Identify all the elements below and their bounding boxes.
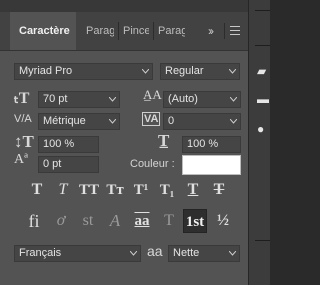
font-style-dropdown[interactable]: Regular bbox=[160, 63, 240, 80]
font-size-icon: ₜT bbox=[14, 90, 30, 107]
all-caps-button[interactable]: TT bbox=[78, 179, 100, 201]
small-caps-button[interactable]: Tт bbox=[104, 179, 126, 201]
tracking-dropdown[interactable]: 0 bbox=[163, 113, 241, 130]
baseline-shift-input[interactable]: 0 pt bbox=[38, 156, 99, 173]
toolbar-tool-icon[interactable]: ● bbox=[257, 122, 264, 136]
font-family-dropdown[interactable]: Myriad Pro bbox=[14, 63, 153, 80]
baseline-shift-icon: Aª bbox=[14, 152, 28, 167]
faux-bold-button[interactable]: T bbox=[26, 179, 48, 201]
subscript-button[interactable]: T₁ bbox=[156, 179, 178, 201]
anti-aliasing-value: Nette bbox=[173, 247, 200, 259]
anti-aliasing-dropdown[interactable]: Nette bbox=[168, 245, 240, 262]
right-toolbar: ▰ ▬ ● bbox=[248, 0, 270, 285]
tracking-value: 0 bbox=[168, 115, 175, 127]
color-label: Couleur : bbox=[130, 158, 175, 170]
double-chevron-icon[interactable]: ›› bbox=[208, 12, 214, 50]
ordinals-button[interactable]: 1st bbox=[183, 209, 207, 233]
horizontal-scale-value: 100 % bbox=[187, 138, 219, 150]
chevron-down-icon bbox=[230, 97, 237, 104]
vertical-scale-input[interactable]: 100 % bbox=[38, 136, 99, 153]
chevron-down-icon bbox=[142, 69, 149, 76]
standard-ligatures-button[interactable]: fi bbox=[23, 210, 45, 232]
chevron-down-icon bbox=[230, 119, 237, 126]
font-size-value: 70 pt bbox=[43, 93, 68, 105]
contextual-alternates-button[interactable]: ơ bbox=[50, 210, 72, 232]
color-swatch[interactable] bbox=[182, 155, 241, 175]
superscript-button[interactable]: T¹ bbox=[130, 179, 152, 201]
fractions-button[interactable]: ½ bbox=[212, 210, 234, 232]
underline-button[interactable]: T bbox=[182, 179, 204, 201]
font-family-value: Myriad Pro bbox=[19, 65, 73, 77]
toolbar-divider bbox=[255, 10, 270, 11]
vertical-scale-icon: ↕T bbox=[14, 132, 34, 151]
faux-italic-button[interactable]: T bbox=[52, 179, 74, 201]
kerning-dropdown[interactable]: Métrique bbox=[38, 113, 120, 130]
tab-divider bbox=[153, 22, 154, 40]
leading-value: (Auto) bbox=[168, 93, 198, 105]
tab-paragraph[interactable]: Parag bbox=[86, 12, 114, 50]
discretionary-ligatures-button[interactable]: st bbox=[77, 210, 99, 232]
toolbar-divider bbox=[255, 240, 270, 241]
kerning-value: Métrique bbox=[43, 115, 86, 127]
hamburger-menu-icon[interactable] bbox=[230, 26, 240, 35]
toolbar-divider bbox=[255, 45, 270, 46]
chevron-down-icon bbox=[229, 251, 236, 258]
tab-brush[interactable]: Pince bbox=[123, 12, 149, 50]
leading-icon: A̲A bbox=[143, 87, 162, 102]
chevron-down-icon bbox=[229, 69, 236, 76]
panel-top-strip bbox=[0, 0, 248, 12]
vertical-scale-value: 100 % bbox=[43, 138, 75, 150]
chevron-down-icon bbox=[109, 119, 116, 126]
language-value: Français bbox=[19, 247, 62, 259]
language-dropdown[interactable]: Français bbox=[14, 245, 141, 262]
chevron-down-icon bbox=[130, 251, 137, 258]
baseline-shift-value: 0 pt bbox=[43, 158, 62, 170]
font-style-value: Regular bbox=[165, 65, 204, 77]
anti-aliasing-icon: aa bbox=[147, 243, 163, 259]
leading-dropdown[interactable]: (Auto) bbox=[163, 91, 241, 108]
character-panel: Caractère Parag Pince Parag ›› Myriad Pr… bbox=[0, 0, 248, 285]
tab-paragraph-styles[interactable]: Parag bbox=[158, 12, 185, 50]
horizontal-scale-input[interactable]: 100 % bbox=[182, 136, 241, 153]
tab-divider bbox=[118, 22, 119, 40]
titling-alternates-button[interactable]: T bbox=[158, 210, 180, 232]
tab-character[interactable]: Caractère bbox=[10, 12, 76, 50]
tracking-icon: VA bbox=[142, 112, 161, 126]
toolbar-tool-icon[interactable]: ▰ bbox=[257, 64, 266, 78]
strikethrough-button[interactable]: T bbox=[208, 179, 230, 201]
swash-button[interactable]: A bbox=[104, 210, 126, 232]
kerning-icon: V/A bbox=[14, 113, 32, 125]
panel-tab-bar: Caractère Parag Pince Parag ›› bbox=[0, 12, 248, 51]
chevron-down-icon bbox=[109, 97, 116, 104]
toolbar-tool-icon[interactable]: ▬ bbox=[257, 92, 269, 106]
stylistic-alternates-button[interactable]: aa bbox=[131, 210, 153, 232]
font-size-dropdown[interactable]: 70 pt bbox=[38, 91, 120, 108]
tab-divider bbox=[224, 23, 225, 39]
horizontal-scale-icon: T̲ bbox=[158, 131, 170, 150]
